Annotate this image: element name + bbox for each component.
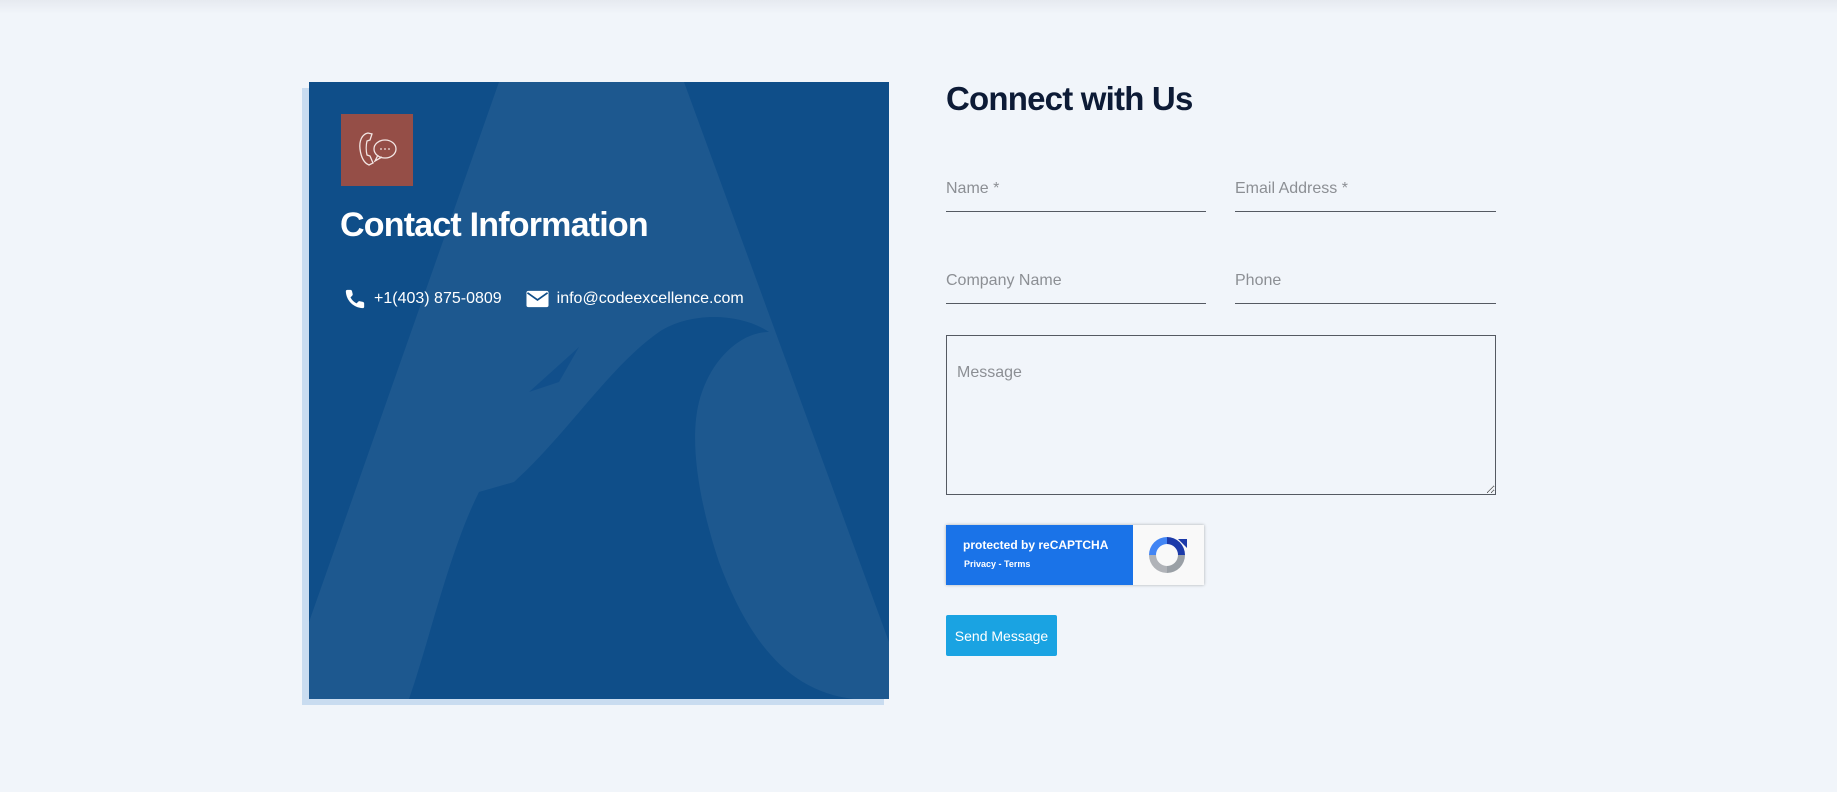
- email-text: info@codeexcellence.com: [556, 290, 744, 307]
- phone-field[interactable]: [1235, 258, 1496, 304]
- phone-text: +1(403) 875-0809: [374, 290, 502, 307]
- recaptcha-info: protected by reCAPTCHA Privacy - Terms: [946, 525, 1133, 585]
- recaptcha-badge[interactable]: protected by reCAPTCHA Privacy - Terms: [946, 525, 1204, 585]
- phone-chat-icon: [359, 132, 397, 166]
- email-field[interactable]: [1235, 166, 1496, 212]
- phone-link[interactable]: +1(403) 875-0809: [344, 288, 502, 310]
- message-field[interactable]: [946, 335, 1496, 495]
- phone-icon: [345, 289, 365, 309]
- contact-info-title: Contact Information: [340, 206, 649, 244]
- recaptcha-protected-text: protected by reCAPTCHA: [963, 538, 1109, 552]
- recaptcha-terms-link[interactable]: Terms: [1004, 559, 1030, 569]
- company-name-field[interactable]: [946, 258, 1206, 304]
- contact-details: +1(403) 875-0809 info@codeexcellence.com: [344, 288, 744, 310]
- envelope-icon: [526, 290, 549, 308]
- top-shadow: [0, 0, 1837, 14]
- email-link[interactable]: info@codeexcellence.com: [526, 290, 744, 308]
- name-field[interactable]: [946, 166, 1206, 212]
- contact-icon-box: [341, 114, 413, 186]
- contact-info-card: Contact Information +1(403) 875-0809 inf…: [309, 82, 889, 699]
- recaptcha-separator: -: [996, 559, 1005, 569]
- send-message-button[interactable]: Send Message: [946, 615, 1057, 656]
- form-title: Connect with Us: [946, 80, 1193, 117]
- recaptcha-privacy-link[interactable]: Privacy: [964, 559, 996, 569]
- recaptcha-logo-icon: [1149, 537, 1187, 573]
- recaptcha-links: Privacy - Terms: [964, 559, 1030, 569]
